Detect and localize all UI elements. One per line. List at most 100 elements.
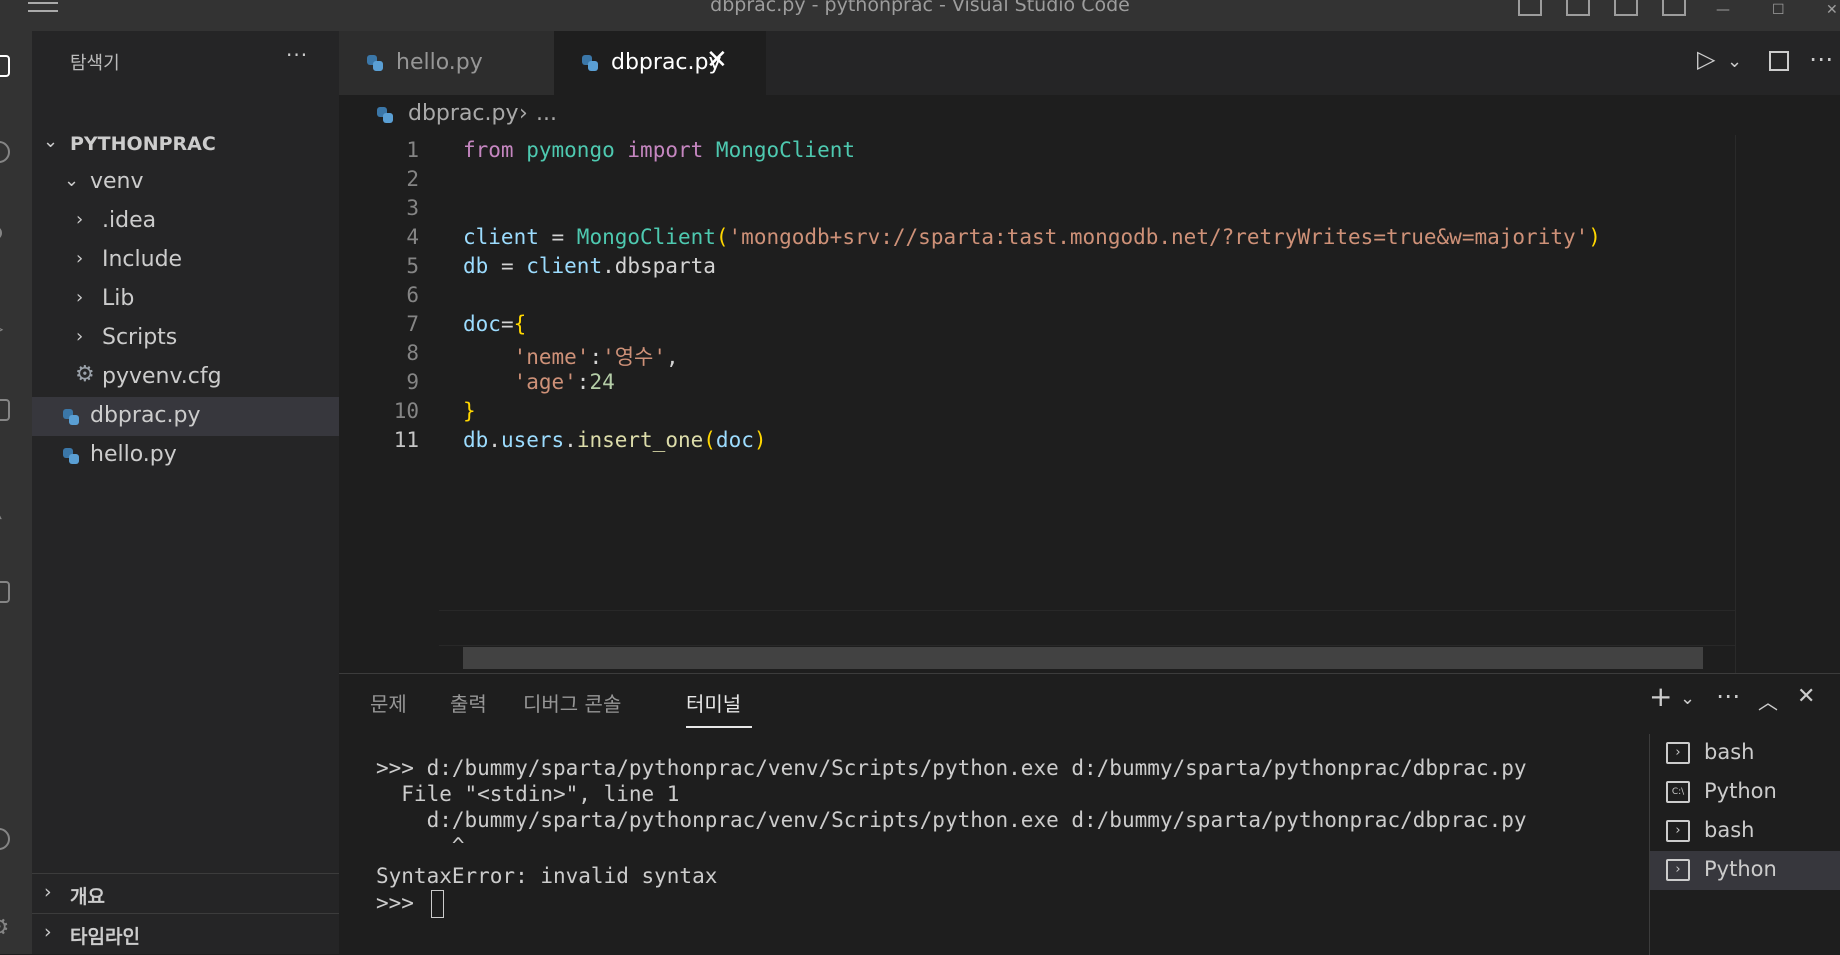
tab-output[interactable]: 출력 (450, 688, 487, 717)
tree-item-pyvenv-cfg[interactable]: ⚙ pyvenv.cfg (32, 358, 339, 397)
explorer-icon[interactable] (0, 55, 10, 77)
tree-item-dbprac-py[interactable]: dbprac.py (32, 397, 339, 436)
new-terminal-icon[interactable]: + (1649, 680, 1672, 713)
extensions-icon[interactable] (0, 399, 10, 421)
gear-icon: ⚙ (75, 362, 95, 387)
terminal-icon: › (1666, 859, 1690, 881)
tree-item-label: hello.py (90, 442, 177, 467)
chevron-right-icon: › (44, 881, 52, 903)
run-debug-icon[interactable]: ▷ (0, 316, 10, 340)
python-file-icon (63, 409, 79, 425)
testing-icon[interactable]: △ (0, 501, 10, 523)
chevron-down-icon[interactable]: ⌄ (1680, 688, 1695, 709)
tree-item-lib[interactable]: › Lib (32, 280, 339, 319)
tab-hello-py[interactable]: hello.py (339, 31, 554, 95)
tab-terminal[interactable]: 터미널 (686, 688, 741, 717)
line-number: 11 (393, 428, 419, 452)
terminal-cursor (430, 890, 444, 918)
maximize-panel-icon[interactable]: ︿ (1758, 686, 1778, 715)
terminal-output-line: File "<stdin>", line 1 (376, 782, 680, 806)
tab-problems[interactable]: 문제 (370, 688, 407, 717)
active-tab-indicator (686, 726, 752, 728)
terminal-prompt: >>> (376, 891, 427, 915)
tree-item-venv[interactable]: ⌄ venv (32, 163, 339, 202)
tab-dbprac-py[interactable]: dbprac.py ✕ (554, 31, 766, 95)
tree-item-label: dbprac.py (90, 403, 201, 428)
tree-item-idea[interactable]: › .idea (32, 202, 339, 241)
terminal-item-bash[interactable]: › bash (1650, 734, 1840, 773)
editor-tabs: hello.py dbprac.py ✕ ▷ ⌄ ⋯ (339, 31, 1840, 95)
source-control-icon[interactable] (0, 226, 2, 240)
timeline-section[interactable]: › 타임라인 (32, 913, 339, 952)
close-window-icon[interactable]: ✕ (1826, 2, 1838, 18)
terminal-prompt-line[interactable]: >>> (376, 890, 444, 918)
more-actions-icon[interactable]: ··· (286, 43, 308, 67)
terminal-item-label: bash (1704, 818, 1755, 842)
breadcrumb-file[interactable]: dbprac.py (408, 101, 519, 126)
tree-item-label: Scripts (102, 325, 178, 350)
maximize-icon[interactable]: ☐ (1772, 2, 1785, 18)
terminal-output-line: d:/bummy/sparta/pythonprac/venv/Scripts/… (376, 808, 1527, 832)
horizontal-scrollbar[interactable] (463, 647, 1703, 669)
line-number: 2 (406, 167, 419, 191)
outline-section[interactable]: › 개요 (32, 873, 339, 912)
close-panel-icon[interactable]: ✕ (1797, 684, 1815, 709)
line-number: 8 (406, 341, 419, 365)
terminal-output-line: SyntaxError: invalid syntax (376, 864, 718, 888)
folder-root[interactable]: ⌄ PYTHONPRAC (32, 124, 339, 163)
tree-item-label: .idea (102, 208, 157, 233)
tab-debug-console[interactable]: 디버그 콘솔 (523, 688, 621, 717)
toggle-panel-icon[interactable] (1566, 0, 1590, 16)
python-file-icon (582, 55, 598, 71)
window-title: dbprac.py - pythonprac - Visual Studio C… (710, 0, 1130, 16)
tree-item-hello-py[interactable]: hello.py (32, 436, 339, 475)
toggle-sidebar-icon[interactable] (1518, 0, 1542, 16)
terminal-item-label: Python (1704, 779, 1777, 803)
code-editor[interactable]: 1 from pymongo import MongoClient 2 3 4 … (339, 135, 1840, 673)
tree-item-include[interactable]: › Include (32, 241, 339, 280)
chevron-right-icon: › (44, 921, 52, 943)
toggle-secondary-sidebar-icon[interactable] (1614, 0, 1638, 16)
code-line: 11 db.users.insert_one(doc) (339, 425, 1739, 459)
tree-item-scripts[interactable]: › Scripts (32, 319, 339, 358)
python-file-icon (367, 55, 383, 71)
more-actions-icon[interactable]: ⋯ (1716, 682, 1740, 710)
breadcrumb-more[interactable]: ... (536, 101, 557, 126)
line-number: 5 (406, 254, 419, 278)
terminal-item-bash[interactable]: › bash (1650, 812, 1840, 851)
chevron-right-icon: › (76, 209, 84, 230)
account-icon[interactable] (0, 828, 10, 850)
cmd-icon: C:\ (1666, 781, 1690, 803)
terminal-icon: › (1666, 820, 1690, 842)
tree-item-label: Lib (102, 286, 135, 311)
line-number: 4 (406, 225, 419, 249)
run-python-file-icon[interactable]: ▷ (1697, 45, 1715, 73)
python-file-icon (63, 448, 79, 464)
terminal-list: › bash C:\ Python › bash › Python (1649, 734, 1840, 955)
folder-label: PYTHONPRAC (70, 133, 216, 155)
bottom-panel: 문제 출력 디버그 콘솔 터미널 + ⌄ ⋯ ︿ ✕ >>> d:/bummy/… (339, 673, 1840, 955)
chevron-down-icon: ⌄ (43, 131, 59, 152)
terminal-output-line: ^ (376, 834, 465, 858)
tab-label: hello.py (396, 50, 483, 75)
search-icon[interactable] (0, 141, 10, 163)
settings-gear-icon[interactable]: ⚙ (0, 913, 10, 941)
line-number: 3 (406, 196, 419, 220)
close-icon[interactable]: ✕ (706, 45, 728, 75)
terminal-item-python[interactable]: › Python (1650, 851, 1840, 890)
line-number: 6 (406, 283, 419, 307)
minimize-icon[interactable]: — (1716, 2, 1730, 18)
terminal-item-label: Python (1704, 857, 1777, 881)
customize-layout-icon[interactable] (1662, 0, 1686, 16)
terminal-item-label: bash (1704, 740, 1755, 764)
remote-explorer-icon[interactable] (0, 581, 10, 603)
terminal-item-python[interactable]: C:\ Python (1650, 773, 1840, 812)
minimap[interactable] (1735, 135, 1840, 673)
tree-item-label: pyvenv.cfg (102, 364, 222, 389)
split-editor-icon[interactable] (1769, 51, 1789, 71)
tree-item-label: venv (90, 169, 144, 194)
line-number: 10 (393, 399, 419, 423)
title-bar: dbprac.py - pythonprac - Visual Studio C… (0, 0, 1840, 31)
more-actions-icon[interactable]: ⋯ (1809, 45, 1833, 73)
chevron-down-icon[interactable]: ⌄ (1727, 51, 1742, 72)
